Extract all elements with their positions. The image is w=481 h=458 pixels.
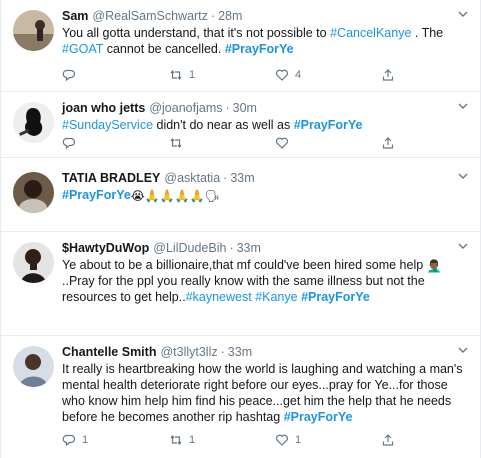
separator: · xyxy=(220,345,225,359)
text-segment: You all gotta understand, that it's not … xyxy=(62,26,331,40)
timestamp[interactable]: 33m xyxy=(230,170,254,186)
text-segment: It really is heartbreaking how the world… xyxy=(62,362,463,424)
hashtag-link[interactable]: #GOAT xyxy=(62,42,103,56)
like-button[interactable] xyxy=(275,135,295,151)
hashtag-link[interactable]: #SundayService xyxy=(62,118,153,132)
reply-button[interactable] xyxy=(62,135,82,151)
avatar[interactable] xyxy=(13,10,54,51)
avatar[interactable] xyxy=(13,346,54,387)
tweet[interactable]: TATIA BRADLEY @asktatia · 33m #PrayForYe… xyxy=(1,158,481,232)
author-handle[interactable]: @joanofjams xyxy=(149,100,222,116)
chevron-down-icon[interactable] xyxy=(456,100,470,112)
retweet-icon xyxy=(170,70,182,80)
tweet-text: You all gotta understand, that it's not … xyxy=(62,25,472,57)
reply-icon xyxy=(62,137,76,150)
hashtag-link[interactable]: #CancelKanye xyxy=(330,26,411,40)
hashtag-link[interactable]: #PrayForYe xyxy=(225,42,294,56)
timestamp[interactable]: 33m xyxy=(228,344,252,360)
avatar[interactable] xyxy=(13,242,54,283)
tweet-text: #PrayForYe 😭🙏🙏🙏🙏🗣 xyxy=(62,187,472,203)
chevron-down-icon[interactable] xyxy=(456,344,470,356)
tweet-text: It really is heartbreaking how the world… xyxy=(62,361,472,425)
retweet-button[interactable]: 1 xyxy=(169,67,195,83)
retweet-count: 1 xyxy=(189,434,196,446)
separator: · xyxy=(223,171,228,185)
reply-icon xyxy=(62,434,76,447)
author-handle[interactable]: @t3llyt3llz xyxy=(160,344,217,360)
timestamp[interactable]: 28m xyxy=(218,8,242,24)
like-count: 1 xyxy=(295,434,302,446)
retweet-icon xyxy=(170,138,182,148)
heart-icon xyxy=(276,434,288,446)
author-name[interactable]: Sam xyxy=(62,8,88,24)
author-handle[interactable]: @asktatia xyxy=(164,170,220,186)
tweet[interactable]: joan who jetts @joanofjams · 30m #Sunday… xyxy=(1,92,481,158)
tweet-actions xyxy=(62,135,402,151)
share-button[interactable] xyxy=(381,135,395,151)
chevron-down-icon[interactable] xyxy=(456,170,470,182)
avatar[interactable] xyxy=(13,102,54,143)
share-button[interactable] xyxy=(381,67,395,83)
author-name[interactable]: TATIA BRADLEY xyxy=(62,170,160,186)
heart-icon xyxy=(276,69,288,81)
text-segment: . The xyxy=(411,26,444,40)
chevron-down-icon[interactable] xyxy=(456,240,470,252)
emoji: 🤦🏾‍♂️ xyxy=(426,259,442,273)
hashtag-link[interactable]: #PrayForYe xyxy=(284,410,353,424)
hashtag-link[interactable]: #PrayForYe xyxy=(301,290,370,304)
reply-icon xyxy=(62,69,76,82)
reply-count: 1 xyxy=(82,434,89,446)
retweet-icon xyxy=(170,435,182,445)
hashtag-link[interactable]: #Kanye xyxy=(255,290,297,304)
like-count: 4 xyxy=(295,69,302,81)
timestamp[interactable]: 33m xyxy=(237,240,261,256)
heart-icon xyxy=(276,137,288,149)
author-handle[interactable]: @LilDudeBih xyxy=(153,240,226,256)
separator: · xyxy=(229,241,234,255)
share-button[interactable] xyxy=(381,432,395,448)
like-button[interactable]: 1 xyxy=(275,432,301,448)
hashtag-link[interactable]: #PrayForYe xyxy=(294,118,363,132)
retweet-count: 1 xyxy=(189,69,196,81)
emoji: 😭🙏🙏🙏🙏🗣 xyxy=(130,189,220,203)
tweet-actions: 1 1 1 xyxy=(62,432,402,448)
tweet-timeline: Sam @RealSamSchwartz · 28m You all gotta… xyxy=(0,0,481,458)
hashtag-link[interactable]: #PrayForYe xyxy=(62,188,131,202)
chevron-down-icon[interactable] xyxy=(456,8,470,20)
text-segment: cannot be cancelled. xyxy=(103,42,225,56)
tweet[interactable]: Chantelle Smith @t3llyt3llz · 33m It rea… xyxy=(1,336,481,458)
separator: · xyxy=(210,9,216,23)
tweet-actions: 1 4 xyxy=(62,67,402,83)
tweet-text: Ye about to be a billionaire,that mf cou… xyxy=(62,257,472,305)
text-segment: didn't do near as well as xyxy=(153,118,294,132)
retweet-button[interactable] xyxy=(169,135,189,151)
timestamp[interactable]: 30m xyxy=(233,100,257,116)
share-icon xyxy=(382,434,394,446)
text-segment: Ye about to be a billionaire,that mf cou… xyxy=(62,258,427,272)
share-icon xyxy=(382,137,394,149)
author-name[interactable]: $HawtyDuWop xyxy=(62,240,149,256)
author-name[interactable]: Chantelle Smith xyxy=(62,344,156,360)
retweet-button[interactable]: 1 xyxy=(169,432,195,448)
author-handle[interactable]: @RealSamSchwartz xyxy=(92,8,208,24)
tweet-text: #SundayService didn't do near as well as… xyxy=(62,117,472,133)
reply-button[interactable] xyxy=(62,67,82,83)
reply-button[interactable]: 1 xyxy=(62,432,88,448)
author-name[interactable]: joan who jetts xyxy=(62,100,145,116)
tweet[interactable]: Sam @RealSamSchwartz · 28m You all gotta… xyxy=(1,0,481,92)
like-button[interactable]: 4 xyxy=(275,67,301,83)
hashtag-link[interactable]: #kaynewest xyxy=(186,290,252,304)
tweet[interactable]: $HawtyDuWop @LilDudeBih · 33m Ye about t… xyxy=(1,232,481,336)
separator: · xyxy=(225,101,230,115)
avatar[interactable] xyxy=(13,172,54,213)
share-icon xyxy=(382,69,394,81)
